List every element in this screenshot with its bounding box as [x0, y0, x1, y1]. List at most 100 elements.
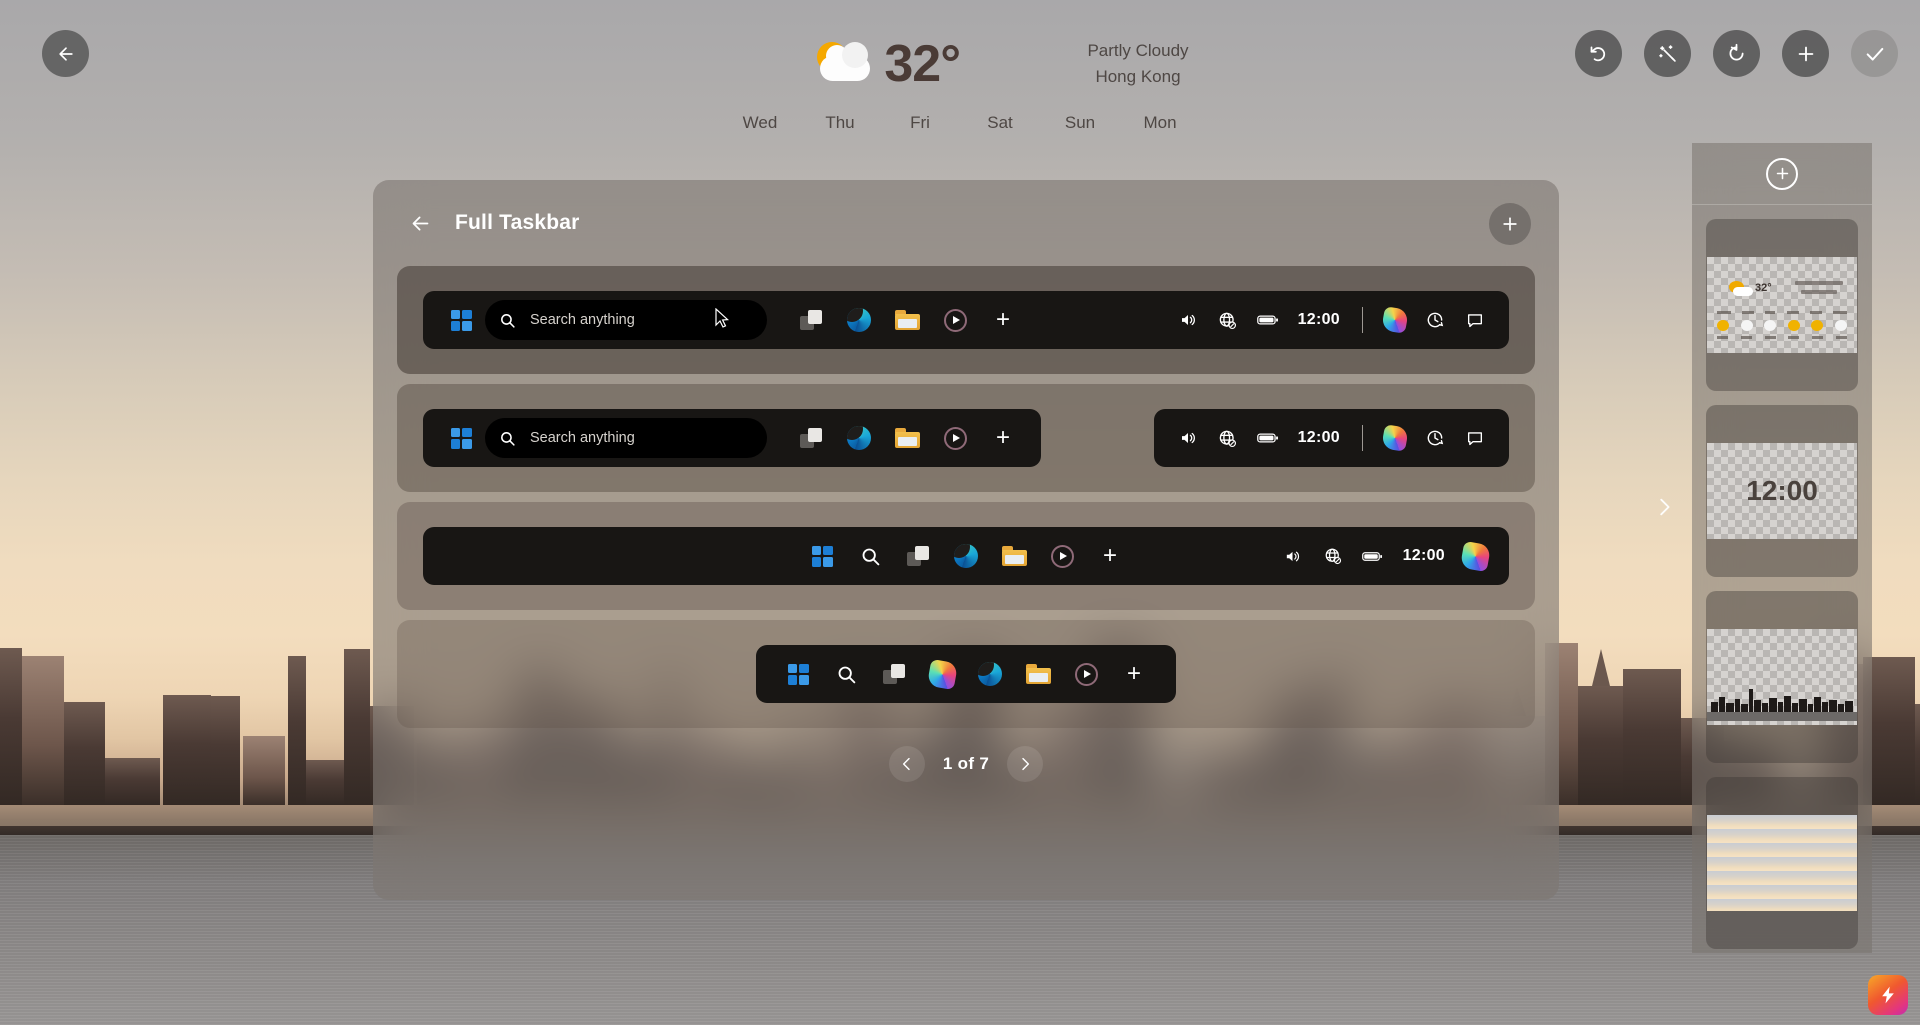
media-player-button[interactable]: [938, 303, 972, 337]
clock-history-button[interactable]: [1420, 305, 1450, 335]
battery-button[interactable]: [1253, 305, 1283, 335]
plus-icon: +: [1102, 542, 1117, 569]
panel-add-button[interactable]: [1489, 203, 1531, 245]
volume-button[interactable]: [1173, 305, 1203, 335]
search-input[interactable]: Search anything: [485, 300, 767, 340]
pagination-label: 1 of 7: [942, 754, 990, 773]
back-button[interactable]: [42, 30, 89, 77]
task-view-button[interactable]: [901, 539, 935, 573]
layers-list: 32° 12:00: [1692, 205, 1872, 963]
copilot-button[interactable]: [1459, 540, 1491, 572]
layers-sidebar: 32° 12:00: [1692, 143, 1872, 953]
edge-button[interactable]: [842, 303, 876, 337]
network-button[interactable]: [1213, 305, 1243, 335]
windows-start-icon: [450, 427, 472, 449]
copilot-button[interactable]: [1380, 305, 1410, 335]
layer-thumbnail-clock[interactable]: 12:00: [1706, 405, 1858, 577]
layer-thumbnail-skyline[interactable]: [1706, 591, 1858, 763]
taskbar-option-2[interactable]: Search anything + 12:00: [397, 384, 1535, 492]
taskbar-option-1[interactable]: Search anything + 12:00: [397, 266, 1535, 374]
clock-time[interactable]: 12:00: [1298, 311, 1340, 329]
start-button[interactable]: [444, 303, 478, 337]
network-globe-icon: [1219, 312, 1237, 329]
media-player-button[interactable]: [1045, 539, 1079, 573]
copilot-icon: [926, 658, 958, 690]
battery-button[interactable]: [1253, 423, 1283, 453]
editor-toolbar: [1575, 30, 1898, 77]
layers-sidebar-header: [1692, 143, 1872, 205]
clock-history-button[interactable]: [1420, 423, 1450, 453]
taskbar-preview-bar-compact: +: [756, 645, 1176, 703]
refresh-icon: [1729, 43, 1744, 61]
start-button[interactable]: [444, 421, 478, 455]
start-button[interactable]: [781, 657, 815, 691]
task-view-button[interactable]: [794, 421, 828, 455]
search-button[interactable]: [853, 539, 887, 573]
clock-time[interactable]: 12:00: [1403, 547, 1445, 565]
magic-wand-button[interactable]: [1644, 30, 1691, 77]
volume-button[interactable]: [1278, 541, 1308, 571]
volume-icon: [1181, 432, 1195, 444]
flash-badge[interactable]: [1868, 975, 1908, 1015]
battery-icon: [1256, 433, 1278, 443]
thumbnail-weather-preview: 32°: [1707, 257, 1857, 353]
clock-time[interactable]: 12:00: [1298, 429, 1340, 447]
edge-button[interactable]: [949, 539, 983, 573]
windows-start-icon: [787, 663, 809, 685]
add-layer-button[interactable]: [1782, 30, 1829, 77]
add-app-button[interactable]: +: [1093, 539, 1127, 573]
copilot-button[interactable]: [925, 657, 959, 691]
task-view-button[interactable]: [877, 657, 911, 691]
media-player-button[interactable]: [938, 421, 972, 455]
taskbar-system-tray: 12:00: [1273, 540, 1495, 572]
copilot-icon: [1459, 540, 1491, 572]
pagination-next-button[interactable]: [1007, 746, 1044, 782]
task-view-button[interactable]: [794, 303, 828, 337]
search-button[interactable]: [829, 657, 863, 691]
media-player-icon: [943, 426, 967, 450]
taskbar-option-4[interactable]: +: [397, 620, 1535, 728]
edge-button[interactable]: [842, 421, 876, 455]
battery-button[interactable]: [1358, 541, 1388, 571]
undo-button[interactable]: [1575, 30, 1622, 77]
chat-bubble-icon: [1467, 313, 1483, 327]
layer-thumbnail-weather[interactable]: 32°: [1706, 219, 1858, 391]
plus-icon: [1503, 217, 1517, 231]
chat-bubble-icon: [1467, 431, 1483, 445]
thumbnail-skyline-art: [1707, 687, 1857, 721]
reset-button[interactable]: [1713, 30, 1760, 77]
add-app-button[interactable]: +: [986, 421, 1020, 455]
chat-button[interactable]: [1460, 423, 1490, 453]
network-button[interactable]: [1318, 541, 1348, 571]
layer-thumbnail-sky[interactable]: [1706, 777, 1858, 949]
battery-icon: [1362, 551, 1383, 561]
plus-icon: [1776, 167, 1788, 180]
pagination-prev-button[interactable]: [888, 746, 925, 782]
task-view-icon: [800, 428, 822, 448]
add-layer-button[interactable]: [1766, 157, 1798, 190]
volume-button[interactable]: [1173, 423, 1203, 453]
network-button[interactable]: [1213, 423, 1243, 453]
thumbnail-weather-content: 32°: [1707, 257, 1857, 353]
chevron-right-icon: [1022, 757, 1030, 771]
file-explorer-button[interactable]: [1021, 657, 1055, 691]
confirm-button[interactable]: [1851, 30, 1898, 77]
clock-history-icon: [1427, 312, 1444, 328]
file-explorer-button[interactable]: [890, 303, 924, 337]
copilot-icon: [1381, 306, 1409, 334]
media-player-button[interactable]: [1069, 657, 1103, 691]
panel-back-button[interactable]: [401, 204, 439, 242]
sidebar-expand-chevron[interactable]: [1653, 492, 1675, 529]
add-app-button[interactable]: +: [986, 303, 1020, 337]
search-input[interactable]: Search anything: [485, 418, 767, 458]
file-explorer-button[interactable]: [890, 421, 924, 455]
search-icon: [501, 431, 515, 446]
add-app-button[interactable]: +: [1117, 657, 1151, 691]
file-explorer-button[interactable]: [997, 539, 1031, 573]
edge-button[interactable]: [973, 657, 1007, 691]
start-button[interactable]: [805, 539, 839, 573]
chat-button[interactable]: [1460, 305, 1490, 335]
back-arrow-icon: [412, 216, 428, 230]
copilot-button[interactable]: [1380, 423, 1410, 453]
taskbar-option-3[interactable]: + 12:00: [397, 502, 1535, 610]
